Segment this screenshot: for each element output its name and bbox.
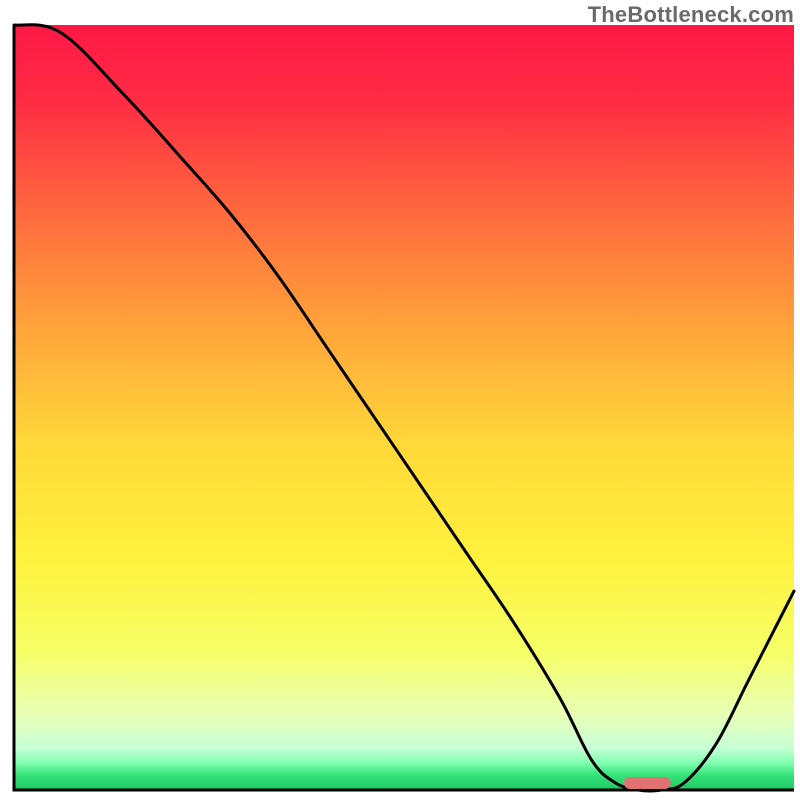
bottleneck-chart: TheBottleneck.com xyxy=(0,0,800,800)
chart-svg xyxy=(0,0,800,800)
watermark-text: TheBottleneck.com xyxy=(588,2,794,28)
optimal-marker xyxy=(624,777,671,789)
plot-background xyxy=(14,25,794,790)
